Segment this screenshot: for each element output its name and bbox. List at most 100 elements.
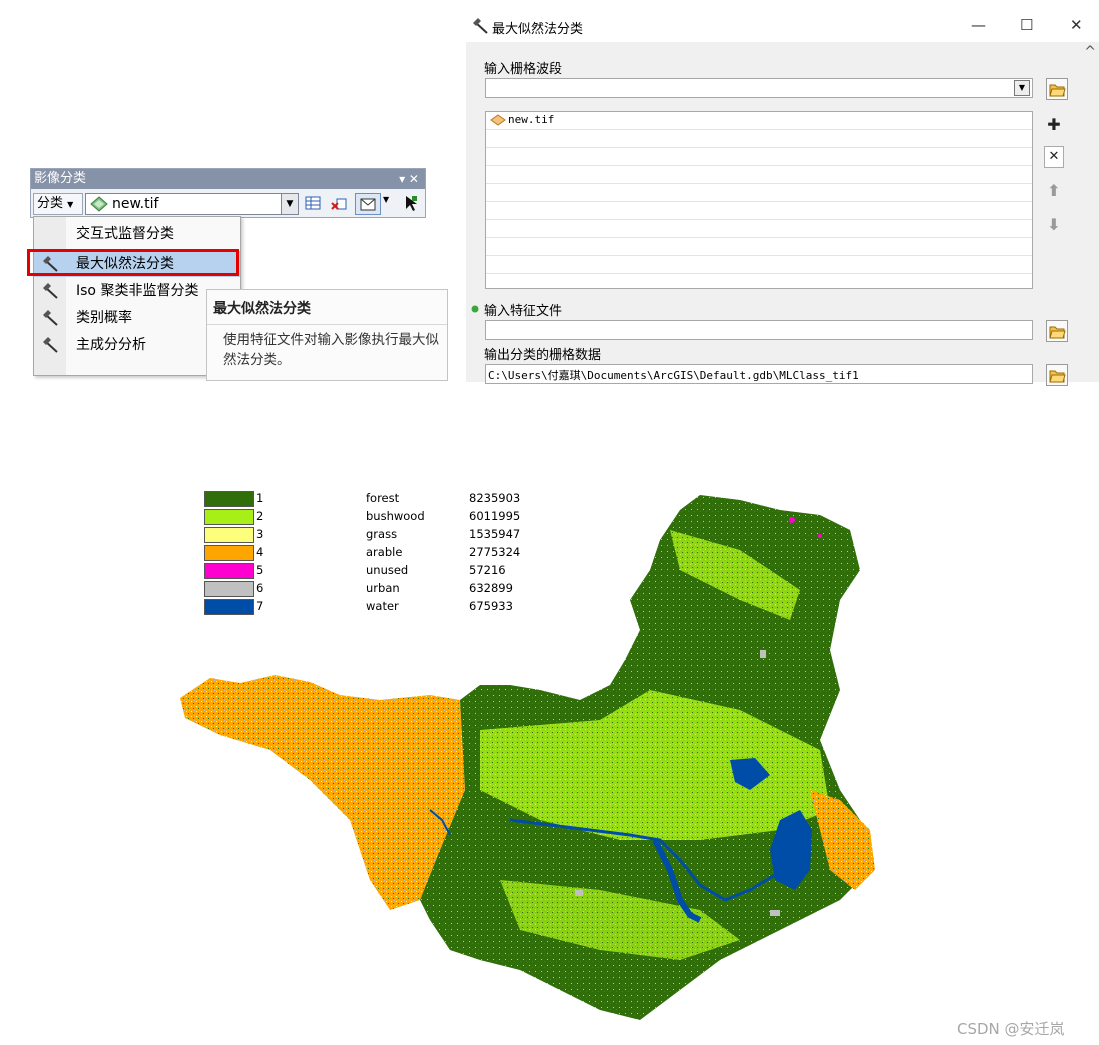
legend-value: 6 <box>256 581 264 595</box>
tooltip-body: 使用特征文件对输入影像执行最大似然法分类。 <box>223 332 439 368</box>
output-raster-label: 输出分类的栅格数据 <box>484 348 602 363</box>
menu-item-interactive-supervised[interactable]: 交互式监督分类 <box>34 221 240 247</box>
legend-swatch <box>204 563 254 579</box>
arable-region <box>180 675 465 910</box>
legend-count: 8235903 <box>469 491 521 505</box>
dialog-titlebar[interactable]: 最大似然法分类 — ☐ ✕ <box>466 12 1099 42</box>
watermark: CSDN @安迁岚 <box>957 1020 1065 1038</box>
folder-open-icon <box>1049 370 1066 383</box>
unused-patch <box>818 534 822 538</box>
legend-value: 4 <box>256 545 264 559</box>
signature-file-browse-button[interactable] <box>1046 320 1068 342</box>
move-up-button[interactable]: ⬆ <box>1044 180 1064 202</box>
chevron-up-icon[interactable]: ^ <box>1084 44 1096 60</box>
legend-count: 1535947 <box>469 527 521 541</box>
legend-row: 7 water 675933 <box>204 598 524 616</box>
list-item <box>486 130 1032 148</box>
legend-name: arable <box>366 545 403 559</box>
layer-select-value: new.tif <box>112 196 159 212</box>
input-raster-select[interactable]: ▼ <box>485 78 1033 98</box>
legend-row: 3 grass 1535947 <box>204 526 524 544</box>
remove-item-button[interactable]: ✕ <box>1044 146 1064 168</box>
move-down-button[interactable]: ⬇ <box>1044 214 1064 236</box>
hammer-icon <box>43 337 58 353</box>
close-button[interactable]: ✕ <box>1070 16 1083 34</box>
legend-name: bushwood <box>366 509 425 523</box>
output-raster-input[interactable]: C:\Users\付嘉琪\Documents\ArcGIS\Default.gd… <box>485 364 1033 384</box>
legend-count: 675933 <box>469 599 513 613</box>
legend-row: 2 bushwood 6011995 <box>204 508 524 526</box>
input-raster-browse-button[interactable] <box>1046 78 1068 100</box>
dialog-title: 最大似然法分类 <box>492 22 584 37</box>
list-item <box>486 238 1032 256</box>
legend-name: water <box>366 599 399 613</box>
list-item <box>486 202 1032 220</box>
legend-name: grass <box>366 527 398 541</box>
input-raster-label: 输入栅格波段 <box>484 62 563 77</box>
signature-file-input[interactable] <box>485 320 1033 340</box>
input-raster-list[interactable]: new.tif <box>485 111 1033 289</box>
draw-polygon-button[interactable] <box>355 193 381 215</box>
tooltip-title: 最大似然法分类 <box>213 301 311 317</box>
menu-item-label: 交互式监督分类 <box>76 226 174 242</box>
legend-row: 1 forest 8235903 <box>204 490 524 508</box>
list-item <box>486 148 1032 166</box>
list-item[interactable]: new.tif <box>486 112 1032 130</box>
list-item <box>486 184 1032 202</box>
legend-value: 5 <box>256 563 264 577</box>
list-item <box>486 256 1032 274</box>
tool-tooltip: 最大似然法分类 使用特征文件对输入影像执行最大似然法分类。 <box>206 289 448 381</box>
signature-file-label: 输入特征文件 <box>484 304 563 319</box>
selection-highlight-box <box>27 249 239 276</box>
hammer-icon <box>43 310 58 326</box>
urban-patch <box>575 890 583 896</box>
legend-name: urban <box>366 581 400 595</box>
unused-patch <box>789 517 795 523</box>
dialog-body: 输入栅格波段 ▼ new.tif ✚ ✕ ⬆ ⬇ 输入特征文件 输出分类的栅格数… <box>466 42 1099 386</box>
maximize-button[interactable]: ☐ <box>1020 16 1033 34</box>
toolbar-titlebar[interactable]: 影像分类 ▾ ✕ <box>31 169 425 189</box>
output-raster-value: C:\Users\付嘉琪\Documents\ArcGIS\Default.gd… <box>488 369 859 382</box>
layer-select[interactable]: new.tif ▼ <box>85 193 299 215</box>
urban-patch <box>760 650 766 658</box>
chevron-down-icon: ▼ <box>67 200 74 209</box>
clear-samples-icon[interactable] <box>331 195 347 211</box>
legend-value: 1 <box>256 491 264 505</box>
toolbar-title-controls[interactable]: ▾ ✕ <box>399 169 419 189</box>
add-item-button[interactable]: ✚ <box>1044 114 1064 136</box>
chevron-down-icon[interactable]: ▼ <box>1014 80 1030 96</box>
legend-value: 2 <box>256 509 264 523</box>
dialog-scrollbar[interactable]: ^ <box>1081 42 1099 382</box>
list-item <box>486 220 1032 238</box>
legend-count: 632899 <box>469 581 513 595</box>
training-manager-icon[interactable] <box>305 195 321 211</box>
list-item-label: new.tif <box>508 113 555 126</box>
draw-polygon-icon <box>360 198 376 211</box>
legend-swatch <box>204 491 254 507</box>
legend-value: 3 <box>256 527 264 541</box>
toolbar-title: 影像分类 <box>34 171 87 186</box>
output-raster-browse-button[interactable] <box>1046 364 1068 386</box>
legend-row: 4 arable 2775324 <box>204 544 524 562</box>
legend-swatch <box>204 545 254 561</box>
legend-swatch <box>204 509 254 525</box>
menu-item-label: Iso 聚类非监督分类 <box>76 283 199 299</box>
urban-patch <box>770 910 780 916</box>
select-pointer-icon[interactable] <box>403 195 419 211</box>
legend-row: 6 urban 632899 <box>204 580 524 598</box>
chevron-down-icon[interactable]: ▼ <box>383 195 389 204</box>
hammer-icon <box>43 283 58 299</box>
legend-count: 6011995 <box>469 509 521 523</box>
required-indicator-icon <box>471 305 479 313</box>
tooltip-divider <box>207 324 447 325</box>
chevron-down-icon[interactable]: ▼ <box>281 194 298 214</box>
legend-swatch <box>204 581 254 597</box>
folder-open-icon <box>1049 84 1066 97</box>
legend-name: unused <box>366 563 409 577</box>
folder-open-icon <box>1049 326 1066 339</box>
legend-row: 5 unused 57216 <box>204 562 524 580</box>
maximum-likelihood-dialog: 最大似然法分类 — ☐ ✕ 输入栅格波段 ▼ new.tif ✚ ✕ ⬆ ⬇ 输… <box>466 12 1099 386</box>
legend-name: forest <box>366 491 400 505</box>
minimize-button[interactable]: — <box>971 16 986 34</box>
classify-dropdown-button[interactable]: 分类 ▼ <box>33 193 83 215</box>
